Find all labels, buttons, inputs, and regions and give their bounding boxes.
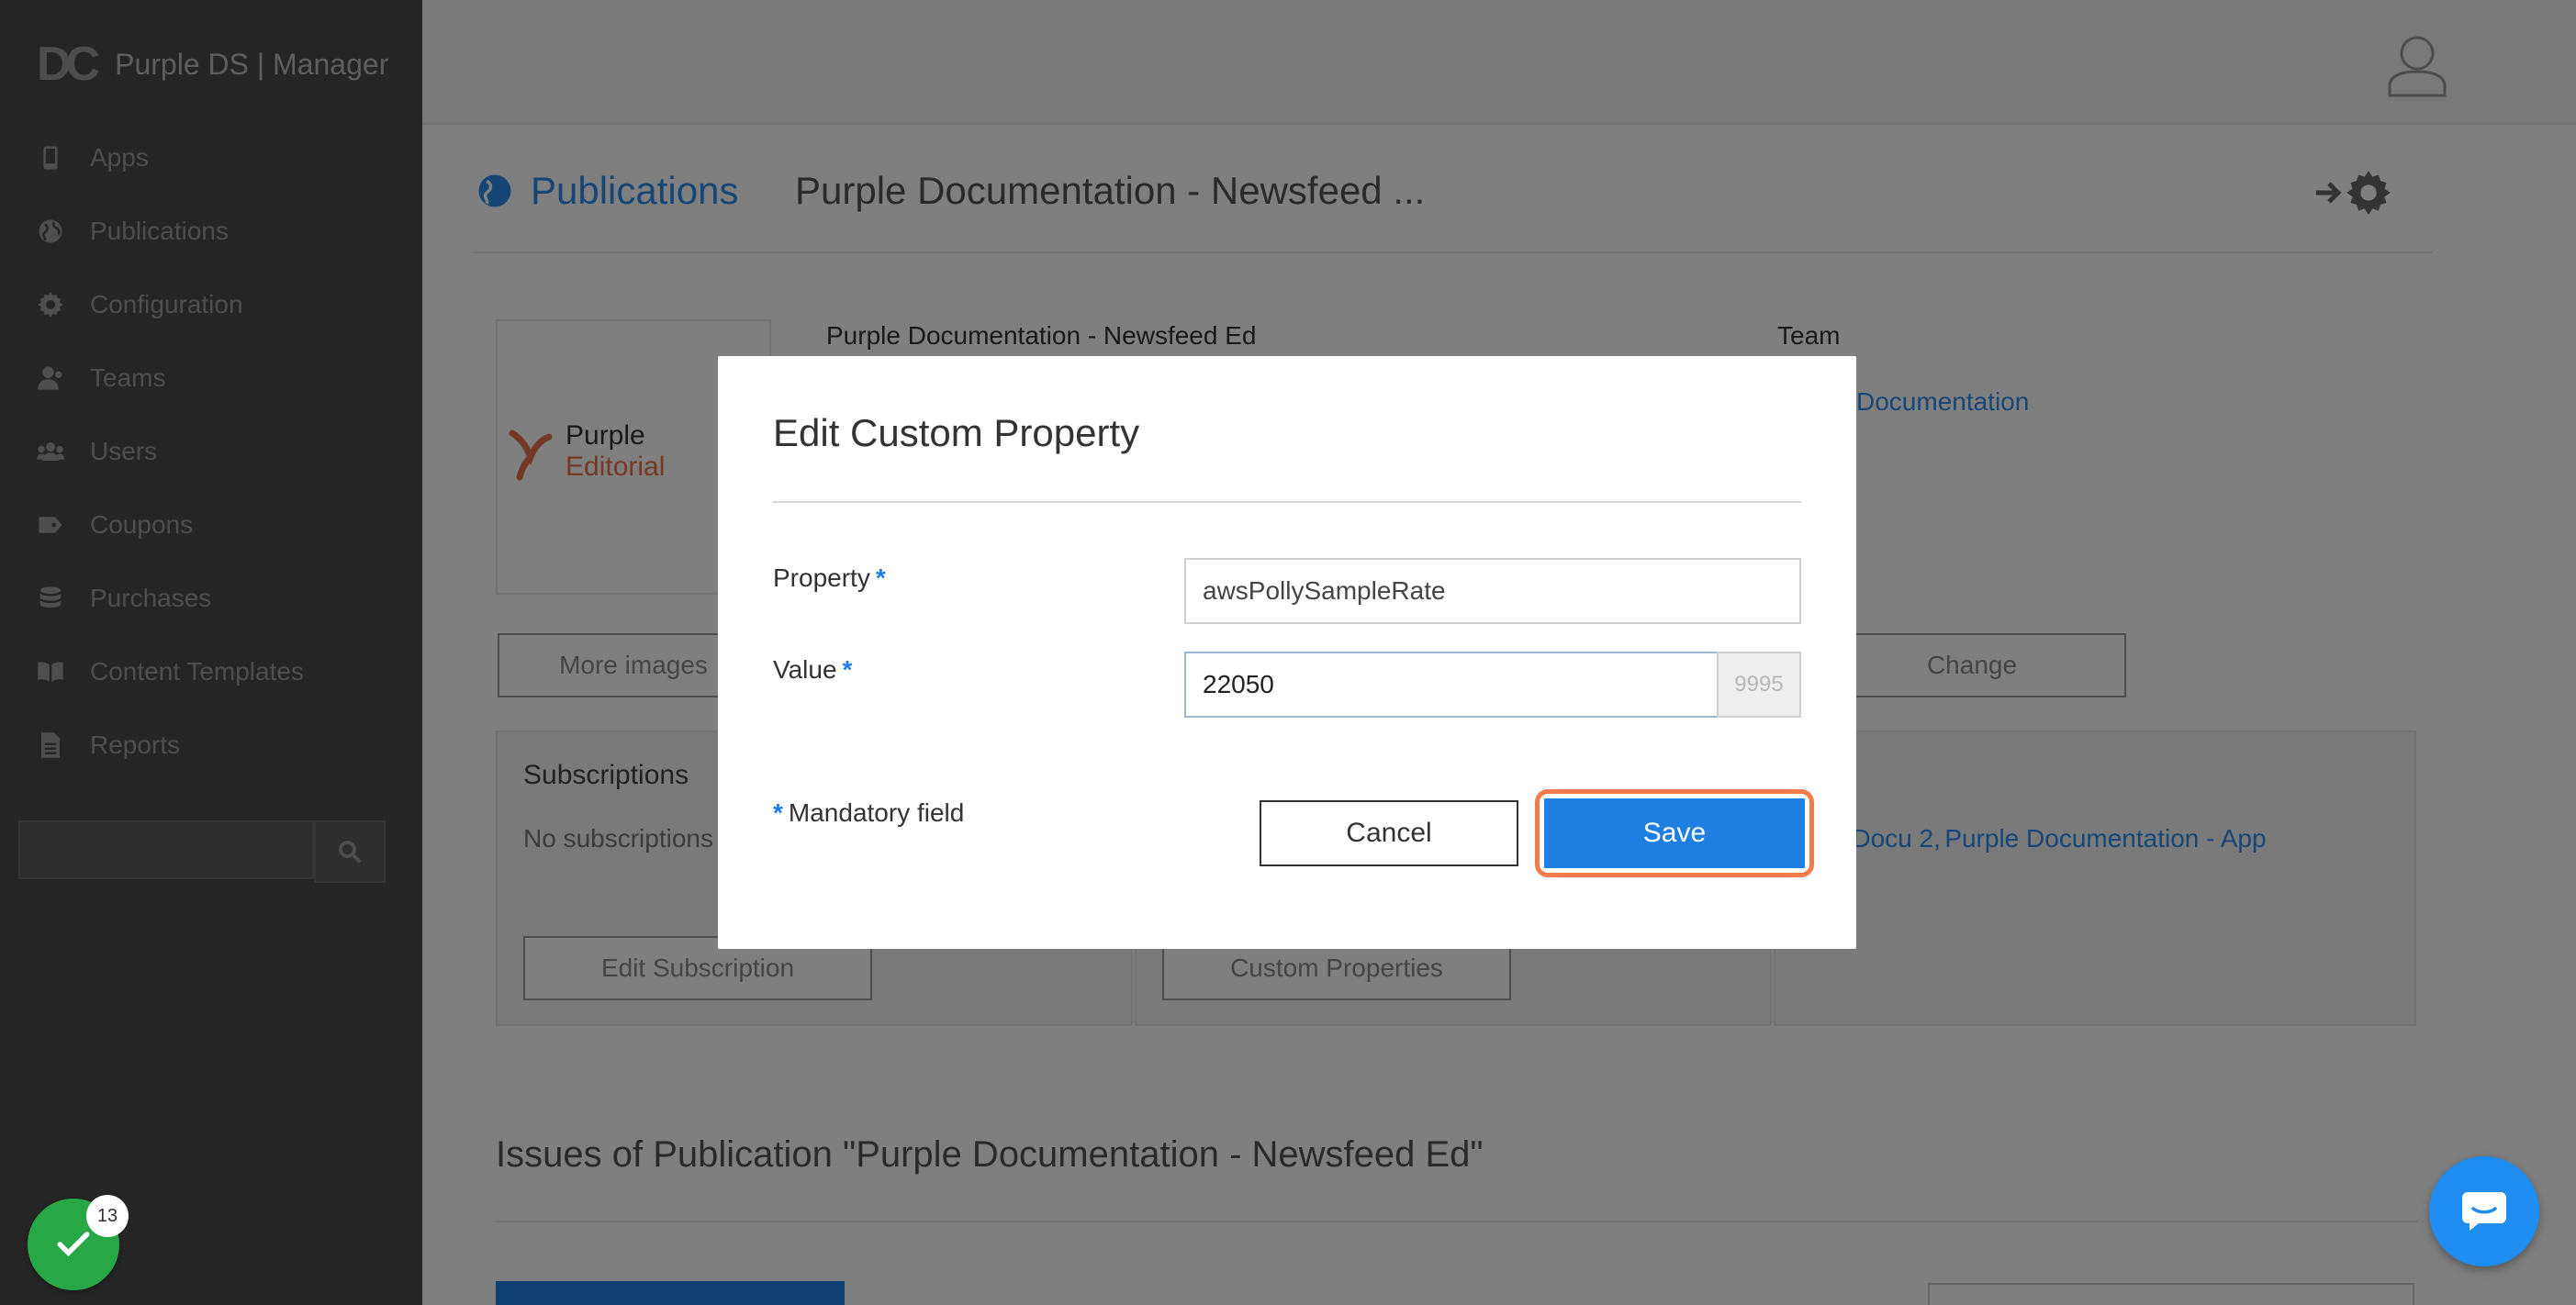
value-label-text: Value [773, 655, 837, 684]
chat-bubble-icon [2462, 1192, 2506, 1231]
mandatory-note: * Mandatory field [773, 798, 964, 828]
value-label: Value * [773, 655, 852, 685]
value-input[interactable]: 22050 [1184, 652, 1719, 718]
character-counter: 9995 [1717, 652, 1801, 718]
notification-count-badge: 13 [86, 1195, 129, 1237]
property-input-value: awsPollySampleRate [1203, 576, 1446, 605]
property-label-text: Property [773, 563, 870, 592]
value-input-value: 22050 [1203, 670, 1274, 698]
chat-widget-button[interactable] [2429, 1156, 2539, 1266]
dialog-title: Edit Custom Property [773, 411, 1140, 454]
required-marker: * [773, 798, 783, 827]
cancel-button[interactable]: Cancel [1260, 800, 1518, 866]
edit-custom-property-dialog: Edit Custom Property Property * awsPollyS… [718, 356, 1856, 949]
save-button[interactable]: Save [1544, 798, 1805, 868]
checkmark-icon [57, 1232, 90, 1257]
required-marker: * [875, 563, 886, 592]
required-marker: * [842, 655, 853, 684]
property-label: Property * [773, 563, 886, 593]
dialog-divider [773, 501, 1801, 503]
mandatory-note-text: Mandatory field [788, 798, 965, 827]
property-input[interactable]: awsPollySampleRate [1184, 558, 1801, 624]
